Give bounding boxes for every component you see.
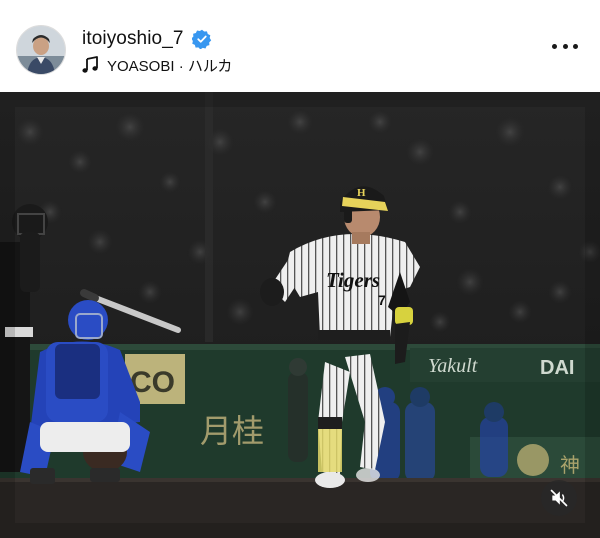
- music-note-icon: [82, 56, 98, 74]
- instagram-post: itoiyoshio_7 YOASOBI · ハルカ CO Yakult DAI…: [0, 0, 600, 538]
- audio-track-label: YOASOBI · ハルカ: [107, 57, 233, 75]
- baseball-photo: CO Yakult DAI 月桂 神 Tigers 7 H: [0, 92, 600, 538]
- wall-banner-right: DAI: [540, 357, 574, 379]
- mute-toggle-button[interactable]: [541, 480, 577, 516]
- username[interactable]: itoiyoshio_7: [82, 28, 184, 50]
- more-options-button[interactable]: [552, 38, 578, 54]
- more-dot: [573, 43, 578, 49]
- more-options-icon: [552, 43, 557, 49]
- post-header: itoiyoshio_7 YOASOBI · ハルカ: [0, 0, 600, 92]
- wall-script: Yakult: [428, 355, 478, 377]
- verified-badge-icon: [190, 29, 212, 50]
- jersey-text: Tigers: [326, 268, 380, 292]
- helmet-logo: H: [357, 187, 366, 199]
- wall-banner-bottom-right: 神: [560, 453, 580, 477]
- wall-banner-center: 月桂: [200, 412, 264, 450]
- username-row: itoiyoshio_7: [82, 26, 212, 52]
- profile-photo: [17, 26, 65, 74]
- muted-speaker-icon: [550, 489, 568, 507]
- audio-attribution[interactable]: YOASOBI · ハルカ: [82, 55, 232, 75]
- post-photo[interactable]: CO Yakult DAI 月桂 神 Tigers 7 H: [0, 92, 600, 538]
- avatar[interactable]: [16, 25, 66, 75]
- jersey-number: 7: [378, 292, 386, 308]
- more-dot: [562, 43, 568, 49]
